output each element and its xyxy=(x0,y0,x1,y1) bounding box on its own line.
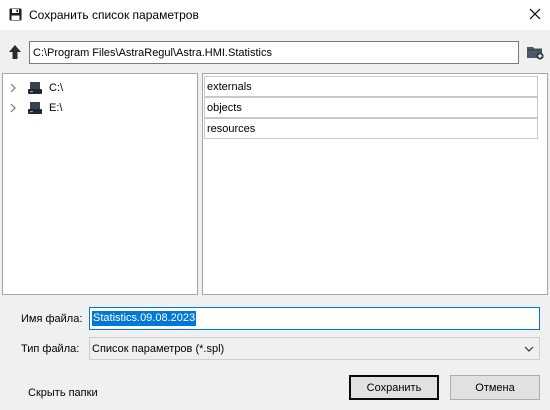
filetype-label: Тип файла: xyxy=(21,343,80,355)
folder-tree[interactable]: C:\ E:\ xyxy=(2,73,198,295)
list-item[interactable]: externals xyxy=(204,76,538,97)
filename-value: Statistics.09.08.2023 xyxy=(92,311,197,326)
chevron-right-icon[interactable] xyxy=(7,102,19,114)
file-list[interactable]: externals objects resources xyxy=(202,73,548,295)
filetype-value: Список параметров (*.spl) xyxy=(92,342,225,355)
close-icon xyxy=(529,8,541,23)
save-button[interactable]: Сохранить xyxy=(349,375,439,400)
new-folder-icon xyxy=(526,44,544,63)
filename-label: Имя файла: xyxy=(21,313,83,325)
hide-folders-link[interactable]: Скрыть папки xyxy=(28,386,98,400)
list-item[interactable]: objects xyxy=(204,97,538,118)
chevron-down-icon xyxy=(523,343,535,355)
arrow-up-icon xyxy=(8,44,22,63)
tree-item-label: C:\ xyxy=(49,82,64,94)
cancel-button[interactable]: Отмена xyxy=(450,375,540,400)
tree-item-e-drive[interactable]: E:\ xyxy=(7,98,193,118)
list-item[interactable]: resources xyxy=(204,118,538,139)
floppy-disk-icon xyxy=(9,8,22,21)
tree-item-label: E:\ xyxy=(49,102,63,114)
filename-field[interactable]: Statistics.09.08.2023 xyxy=(89,307,540,330)
title-bar: Сохранить список параметров xyxy=(0,0,550,30)
chevron-right-icon[interactable] xyxy=(7,82,19,94)
drive-icon xyxy=(27,81,43,95)
close-button[interactable] xyxy=(520,0,550,30)
tree-item-c-drive[interactable]: C:\ xyxy=(7,78,193,98)
filetype-select[interactable]: Список параметров (*.spl) xyxy=(89,337,540,360)
new-folder-button[interactable] xyxy=(525,43,545,63)
path-field[interactable] xyxy=(29,41,519,64)
window-title: Сохранить список параметров xyxy=(29,8,199,22)
up-folder-button[interactable] xyxy=(6,44,24,62)
drive-icon xyxy=(27,101,43,115)
